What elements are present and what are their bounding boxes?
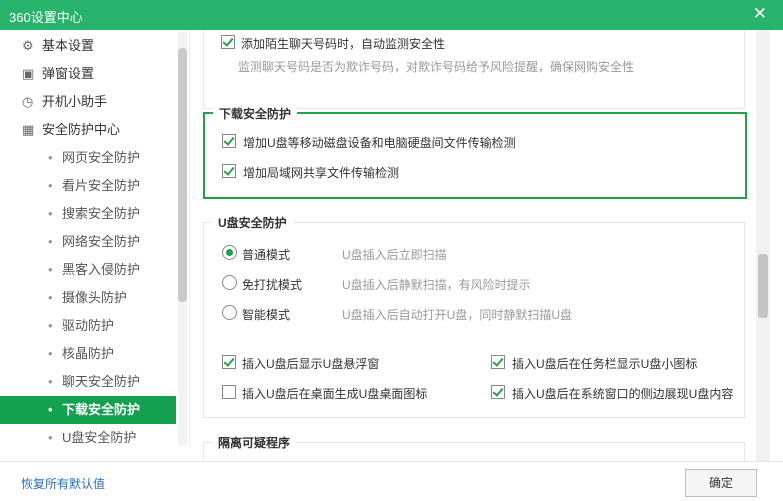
bullet-icon: •	[48, 150, 53, 165]
usb-security-panel: U盘安全防护 普通模式 U盘插入后立即扫描 免打扰模式 U盘插入后静默扫描，有风…	[203, 214, 745, 418]
sidebar-item-popup[interactable]: ▣ 弹窗设置	[0, 60, 176, 88]
sidebar-subitem-chat[interactable]: • 聊天安全防护	[0, 368, 176, 396]
sidebar-item-label: 弹窗设置	[42, 66, 95, 81]
main-scrollbar[interactable]	[756, 30, 770, 461]
download-security-title: 下载安全防护	[213, 105, 298, 122]
usb-side-content-label: 插入U盘后在系统窗口的侧边展现U盘内容	[512, 387, 734, 401]
sidebar-item-security-center[interactable]: ▦ 安全防护中心	[0, 116, 176, 144]
sidebar: ⚙ 基本设置 ▣ 弹窗设置 ◷ 开机小助手 ▦ 安全防护中心 • 网页安全防护 •…	[0, 30, 190, 447]
normal-mode-label: 普通模式	[242, 248, 291, 262]
silent-mode-hint: U盘插入后静默扫描，有风险时提示	[342, 278, 531, 292]
window-icon: ▣	[22, 66, 35, 81]
bullet-icon: •	[48, 346, 53, 361]
chat-number-check-label: 添加陌生聊天号码时，自动监测安全性	[241, 37, 446, 51]
isolation-panel: 隔离可疑程序	[203, 434, 745, 461]
download-security-panel: 下载安全防护 增加U盘等移动磁盘设备和电脑硬盘间文件传输检测 增加局域网共享文件…	[203, 105, 747, 199]
sidebar-item-label: 基本设置	[42, 38, 95, 53]
main-scrollbar-thumb[interactable]	[758, 254, 768, 318]
usb-side-content-checkbox[interactable]	[491, 385, 505, 399]
window-title: 360设置中心	[9, 10, 83, 25]
bullet-icon: •	[48, 262, 53, 277]
isolation-title: 隔离可疑程序	[212, 434, 297, 451]
sidebar-item-startup[interactable]: ◷ 开机小助手	[0, 88, 176, 116]
footer: 恢复所有默认值 确定	[0, 461, 783, 501]
usb-tray-icon-label: 插入U盘后在任务栏显示U盘小图标	[512, 357, 698, 371]
close-icon[interactable]: ✕	[753, 5, 767, 23]
title-bar: 360设置中心 ✕	[0, 0, 783, 30]
bullet-icon: •	[48, 430, 53, 445]
sidebar-subitem-label: 摄像头防护	[62, 290, 128, 305]
sidebar-subitem-driver[interactable]: • 驱动防护	[0, 312, 176, 340]
usb-desktop-icon-label: 插入U盘后在桌面生成U盘桌面图标	[242, 387, 428, 401]
usb-disk-transfer-checkbox[interactable]	[222, 134, 236, 148]
sidebar-subitem-search[interactable]: • 搜索安全防护	[0, 200, 176, 228]
gear-icon: ⚙	[22, 38, 34, 53]
smart-mode-hint: U盘插入后自动打开U盘，同时静默扫描U盘	[342, 308, 572, 322]
sidebar-subitem-hacker[interactable]: • 黑客入侵防护	[0, 256, 176, 284]
normal-mode-radio[interactable]	[222, 245, 237, 260]
lan-share-checkbox[interactable]	[222, 164, 236, 178]
chat-number-check-hint: 监测聊天号码是否为欺诈号码，对欺诈号码给予风险提醒，确保网购安全性	[238, 60, 635, 74]
sidebar-scrollbar-thumb[interactable]	[178, 48, 187, 302]
bullet-icon: •	[48, 206, 53, 221]
silent-mode-label: 免打扰模式	[242, 278, 303, 292]
bullet-icon: •	[48, 318, 53, 333]
sidebar-scrollbar[interactable]	[178, 32, 187, 445]
smart-mode-label: 智能模式	[242, 308, 291, 322]
sidebar-subitem-label: 下载安全防护	[62, 402, 141, 417]
usb-float-window-label: 插入U盘后显示U盘悬浮窗	[242, 357, 380, 371]
sidebar-subitem-label: U盘安全防护	[62, 430, 137, 445]
sidebar-subitem-camera[interactable]: • 摄像头防护	[0, 284, 176, 312]
sidebar-item-basic[interactable]: ⚙ 基本设置	[0, 32, 176, 60]
usb-float-window-checkbox[interactable]	[222, 355, 236, 369]
sidebar-subitem-label: 网络安全防护	[62, 234, 141, 249]
normal-mode-hint: U盘插入后立即扫描	[342, 248, 447, 262]
chat-security-panel: 添加陌生聊天号码时，自动监测安全性 监测聊天号码是否为欺诈号码，对欺诈号码给予风…	[203, 30, 745, 109]
ok-button[interactable]: 确定	[685, 469, 757, 497]
sidebar-subitem-label: 网页安全防护	[62, 150, 141, 165]
usb-desktop-icon-checkbox[interactable]	[222, 385, 236, 399]
main-content: 添加陌生聊天号码时，自动监测安全性 监测聊天号码是否为欺诈号码，对欺诈号码给予风…	[191, 30, 767, 461]
sidebar-item-label: 安全防护中心	[42, 122, 121, 137]
usb-tray-icon-checkbox[interactable]	[491, 355, 505, 369]
clock-icon: ◷	[22, 94, 34, 109]
sidebar-subitem-usb[interactable]: • U盘安全防护	[0, 424, 176, 447]
restore-defaults-link[interactable]: 恢复所有默认值	[21, 475, 105, 492]
silent-mode-radio[interactable]	[222, 275, 237, 290]
sidebar-subitem-label: 核晶防护	[62, 346, 115, 361]
sidebar-subitem-network[interactable]: • 网络安全防护	[0, 228, 176, 256]
usb-security-title: U盘安全防护	[212, 214, 293, 231]
smart-mode-radio[interactable]	[222, 305, 237, 320]
bullet-icon: •	[48, 234, 53, 249]
sidebar-subitem-label: 驱动防护	[62, 318, 115, 333]
sidebar-subitem-label: 黑客入侵防护	[62, 262, 141, 277]
bullet-icon: •	[48, 374, 53, 389]
sidebar-subitem-download[interactable]: • 下载安全防护	[0, 396, 176, 424]
usb-disk-transfer-label: 增加U盘等移动磁盘设备和电脑硬盘间文件传输检测	[243, 136, 516, 150]
sidebar-subitem-video[interactable]: • 看片安全防护	[0, 172, 176, 200]
chat-number-check-checkbox[interactable]	[221, 35, 235, 49]
bullet-icon: •	[48, 402, 53, 417]
bullet-icon: •	[48, 290, 53, 305]
lan-share-label: 增加局域网共享文件传输检测	[243, 166, 400, 180]
sidebar-subitem-label: 聊天安全防护	[62, 374, 141, 389]
sidebar-item-label: 开机小助手	[42, 94, 108, 109]
grid-icon: ▦	[22, 122, 35, 137]
bullet-icon: •	[48, 178, 53, 193]
sidebar-subitem-core[interactable]: • 核晶防护	[0, 340, 176, 368]
sidebar-subitem-label: 搜索安全防护	[62, 206, 141, 221]
sidebar-subitem-label: 看片安全防护	[62, 178, 141, 193]
sidebar-subitem-web[interactable]: • 网页安全防护	[0, 144, 176, 172]
